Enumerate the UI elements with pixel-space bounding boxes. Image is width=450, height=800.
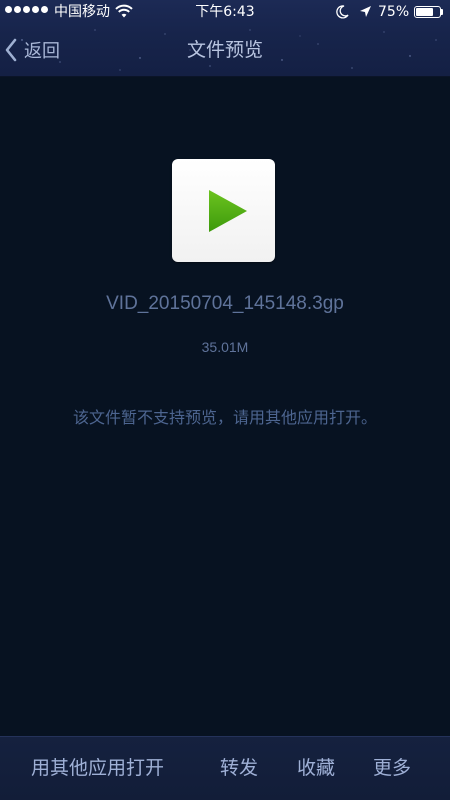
preview-content: VID_20150704_145148.3gp 35.01M 该文件暂不支持预览…: [0, 77, 450, 737]
do-not-disturb-moon-icon: [336, 5, 349, 23]
more-button[interactable]: 更多: [373, 755, 411, 781]
video-file-icon[interactable]: [172, 159, 275, 262]
location-arrow-icon: [359, 5, 372, 22]
battery-level: [416, 8, 433, 16]
header: 中国移动 下午6:43 75% 返回 文件预览: [0, 0, 450, 77]
battery-tip: [441, 9, 443, 15]
bottom-toolbar: 用其他应用打开 转发 收藏 更多: [0, 736, 450, 800]
battery-percentage: 75%: [378, 4, 410, 20]
file-name: VID_20150704_145148.3gp: [106, 293, 344, 314]
status-bar: 中国移动 下午6:43 75%: [0, 0, 450, 24]
play-icon: [209, 190, 247, 232]
file-size: 35.01M: [201, 339, 249, 355]
page-title: 文件预览: [186, 39, 263, 61]
open-with-other-app-button[interactable]: 用其他应用打开: [31, 755, 164, 781]
forward-button[interactable]: 转发: [220, 755, 258, 781]
favorite-button[interactable]: 收藏: [297, 755, 335, 781]
battery-icon: [414, 6, 441, 18]
file-preview-screen: 中国移动 下午6:43 75% 返回 文件预览 VID_20150704_145…: [0, 0, 450, 800]
unsupported-preview-message: 该文件暂不支持预览，请用其他应用打开。: [72, 408, 377, 427]
navigation-bar: 返回 文件预览: [0, 24, 450, 76]
